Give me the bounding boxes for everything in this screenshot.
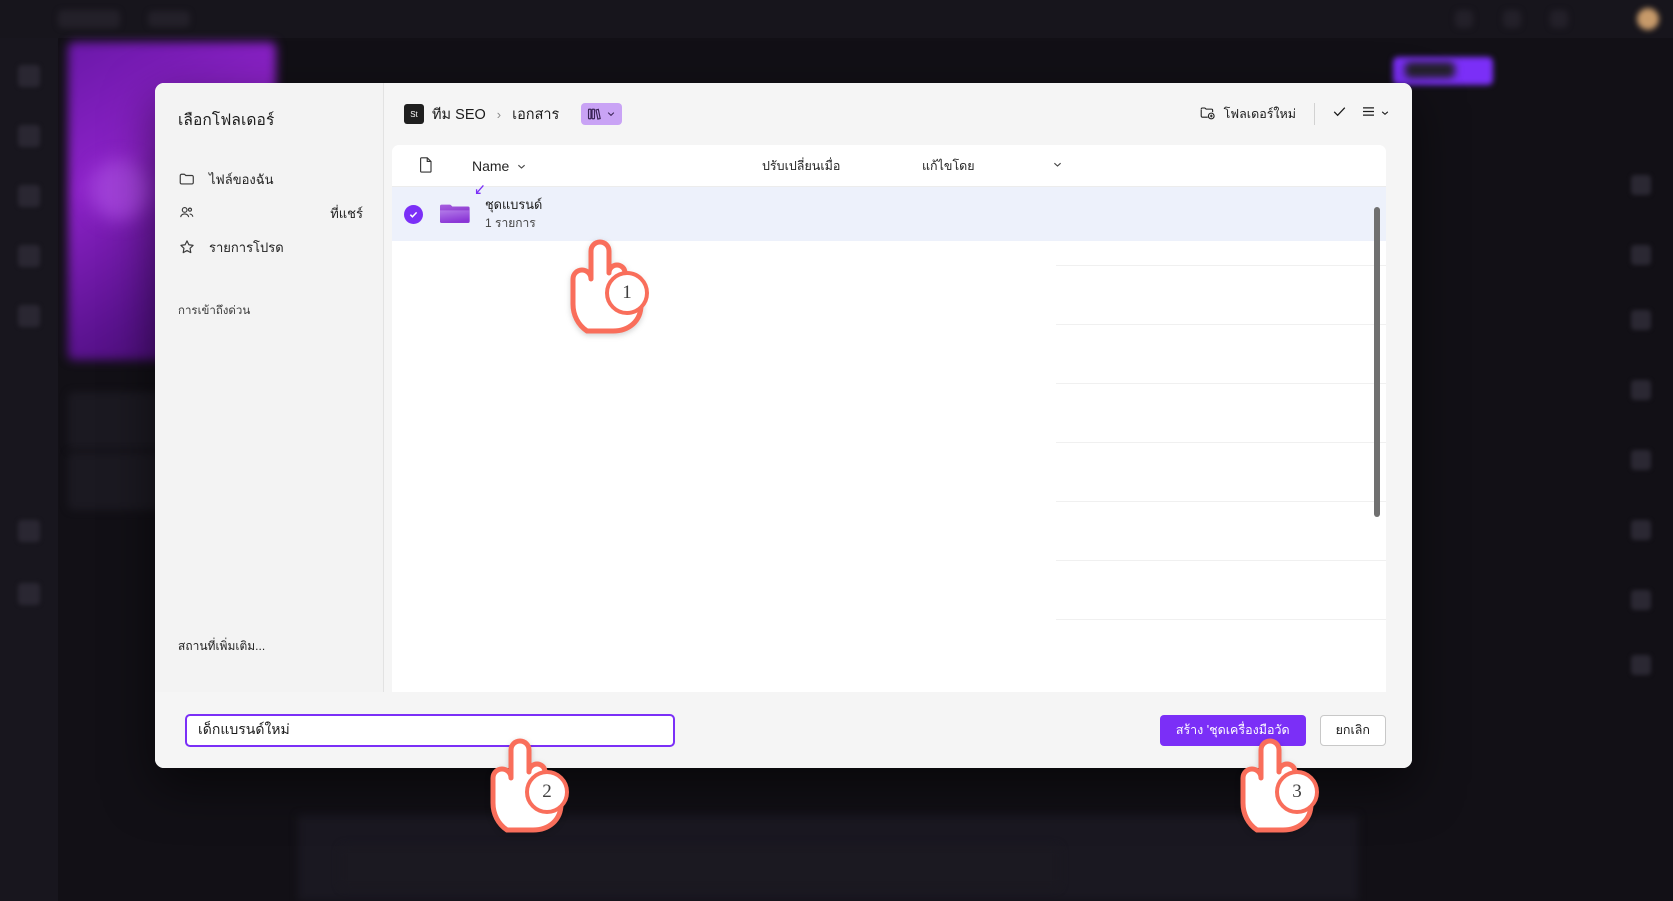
background-rail-icon-7 bbox=[18, 583, 40, 605]
background-right-icon-5 bbox=[1631, 450, 1651, 470]
sidebar-item-label: ที่แชร์ bbox=[330, 205, 363, 221]
row-text: ชุดแบรนด์ 1 รายการ bbox=[475, 184, 543, 232]
chevron-down-icon bbox=[516, 160, 527, 171]
sidebar-item-shared[interactable]: ที่แชร์ bbox=[155, 196, 383, 230]
column-header-doc-icon[interactable] bbox=[418, 156, 472, 176]
file-list-card: Name ปรับเปลี่ยนเมื่อ แก้ไขโดย ชุดแบรนด์… bbox=[392, 145, 1386, 692]
breadcrumb-separator: › bbox=[496, 106, 502, 122]
background-topbar-chip-4 bbox=[1503, 10, 1521, 28]
confirm-selection-button[interactable] bbox=[1324, 100, 1354, 128]
screen: เลือกโฟลเดอร์ ไฟล์ของฉัน ที่แชร์ รายการโ… bbox=[0, 0, 1673, 901]
background-right-icon-3 bbox=[1631, 310, 1651, 330]
new-folder-button[interactable]: โฟลเดอร์ใหม่ bbox=[1190, 99, 1305, 129]
library-selector-chip[interactable] bbox=[581, 103, 623, 125]
background-right-icon-6 bbox=[1631, 520, 1651, 540]
library-icon bbox=[587, 107, 602, 121]
people-icon bbox=[178, 204, 196, 222]
shortcut-arrow-icon bbox=[473, 183, 487, 202]
ghost-separators bbox=[1056, 265, 1386, 678]
sidebar-item-favorites[interactable]: รายการโปรด bbox=[155, 230, 383, 264]
folder-icon bbox=[439, 201, 471, 227]
check-icon bbox=[1331, 103, 1348, 125]
background-bottom-panel bbox=[340, 845, 1060, 889]
check-circle-icon[interactable] bbox=[404, 204, 423, 224]
column-header-more-chevron[interactable] bbox=[1052, 158, 1063, 173]
background-avatar bbox=[1637, 8, 1659, 30]
toolbar-divider bbox=[1314, 103, 1315, 125]
column-header-modified-by[interactable]: แก้ไขโดย bbox=[922, 156, 1052, 176]
background-topbar-chip-2 bbox=[148, 11, 190, 27]
dialog-body: เลือกโฟลเดอร์ ไฟล์ของฉัน ที่แชร์ รายการโ… bbox=[155, 83, 1412, 692]
column-header-modified[interactable]: ปรับเปลี่ยนเมื่อ bbox=[762, 156, 922, 176]
document-icon bbox=[418, 156, 434, 176]
background-topbar bbox=[0, 0, 1673, 38]
background-rail-icon-1 bbox=[18, 65, 40, 87]
sidebar-nav: ไฟล์ของฉัน ที่แชร์ รายการโปรด bbox=[155, 162, 383, 264]
new-folder-label: โฟลเดอร์ใหม่ bbox=[1223, 107, 1296, 121]
breadcrumb-item-documents[interactable]: เอกสาร bbox=[504, 100, 567, 129]
background-right-icon-1 bbox=[1631, 175, 1651, 195]
folder-name-input[interactable] bbox=[185, 713, 675, 747]
background-right-icon-7 bbox=[1631, 590, 1651, 610]
background-left-rail bbox=[0, 38, 58, 901]
file-list-header: Name ปรับเปลี่ยนเมื่อ แก้ไขโดย bbox=[392, 145, 1386, 187]
list-scrollbar[interactable] bbox=[1374, 207, 1380, 517]
sidebar-item-label: ไฟล์ของฉัน bbox=[209, 171, 274, 187]
table-row[interactable]: ชุดแบรนด์ 1 รายการ bbox=[392, 184, 1386, 241]
breadcrumb-bar: St ทีม SEO › เอกสาร โฟลเดอร์ใหม่ bbox=[384, 83, 1412, 145]
background-rail-icon-5 bbox=[18, 305, 40, 327]
folder-icon bbox=[178, 170, 196, 188]
site-badge: St bbox=[404, 104, 424, 124]
cancel-button[interactable]: ยกเลิก bbox=[1319, 714, 1386, 746]
column-header-name[interactable]: Name bbox=[472, 158, 762, 174]
row-title: ชุดแบรนด์ bbox=[485, 197, 543, 212]
choose-folder-dialog: เลือกโฟลเดอร์ ไฟล์ของฉัน ที่แชร์ รายการโ… bbox=[155, 83, 1412, 768]
background-rail-icon-2 bbox=[18, 125, 40, 147]
background-rail-icon-3 bbox=[18, 185, 40, 207]
folder-plus-icon bbox=[1199, 104, 1216, 124]
background-purple-glow bbox=[90, 160, 150, 220]
dialog-sidebar: เลือกโฟลเดอร์ ไฟล์ของฉัน ที่แชร์ รายการโ… bbox=[155, 83, 384, 692]
more-places-link[interactable]: สถานที่เพิ่มเติม... bbox=[155, 637, 383, 692]
background-right-icon-4 bbox=[1631, 380, 1651, 400]
row-subtitle: 1 รายการ bbox=[485, 216, 536, 230]
background-rail-icon-6 bbox=[18, 520, 40, 542]
background-rail-icon-4 bbox=[18, 245, 40, 267]
background-topbar-chip-3 bbox=[1455, 10, 1473, 28]
background-right-icon-2 bbox=[1631, 245, 1651, 265]
sidebar-section-label: การเข้าถึงด่วน bbox=[178, 305, 251, 317]
dialog-footer: สร้าง 'ชุดเครื่องมือวัด ยกเลิก bbox=[155, 692, 1412, 768]
sidebar-item-label: รายการโปรด bbox=[209, 239, 284, 255]
background-topbar-chip-1 bbox=[58, 10, 120, 28]
chevron-down-icon bbox=[1380, 105, 1390, 123]
sidebar-item-my-files[interactable]: ไฟล์ของฉัน bbox=[155, 162, 383, 196]
column-header-name-label: Name bbox=[472, 157, 510, 174]
background-right-icon-8 bbox=[1631, 655, 1651, 675]
breadcrumb-item-site[interactable]: ทีม SEO bbox=[424, 100, 494, 129]
background-topbar-chip-5 bbox=[1550, 10, 1568, 28]
dialog-title: เลือกโฟลเดอร์ bbox=[178, 112, 275, 129]
chevron-down-icon bbox=[606, 109, 616, 119]
create-button[interactable]: สร้าง 'ชุดเครื่องมือวัด bbox=[1159, 714, 1306, 746]
star-icon bbox=[178, 238, 196, 256]
background-header-chip-1 bbox=[1405, 62, 1455, 78]
list-view-icon bbox=[1360, 103, 1377, 125]
view-options-button[interactable] bbox=[1354, 100, 1396, 128]
dialog-content: St ทีม SEO › เอกสาร โฟลเดอร์ใหม่ Name ปร… bbox=[384, 83, 1412, 692]
